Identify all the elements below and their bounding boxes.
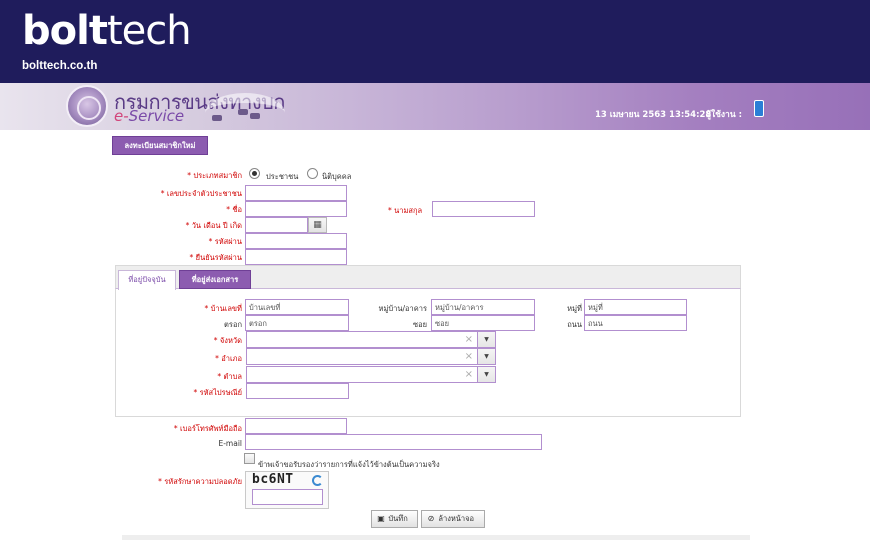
national-id-label: * เลขประจำตัวประชาชน (160, 189, 242, 198)
district-label: * อำเภอ (215, 354, 242, 363)
first-name-label: * ชื่อ (226, 205, 242, 214)
subdistrict-select[interactable]: × ▼ (246, 366, 496, 383)
confirm-password-input[interactable] (245, 249, 347, 265)
clear-icon[interactable]: × (465, 368, 473, 382)
phone-input[interactable] (245, 418, 347, 434)
eservice-logo: e-Service (114, 107, 185, 125)
village-label: หมู่บ้าน/อาคาร (378, 304, 428, 313)
bolttech-logo: bolttech (22, 8, 192, 54)
road-label: ถนน (567, 320, 582, 329)
subdistrict-label: * ตำบล (217, 372, 242, 381)
chevron-down-icon[interactable]: ▼ (477, 367, 495, 382)
car-icon (212, 115, 222, 121)
first-name-input[interactable] (245, 201, 347, 217)
captcha-input[interactable] (252, 489, 323, 505)
chevron-down-icon[interactable]: ▼ (477, 332, 495, 347)
register-new-member-button[interactable]: ลงทะเบียนสมาชิกใหม่ (112, 136, 208, 155)
consent-label: ข้าพเจ้าขอรับรองว่ารายการที่แจ้งไว้ข้างต… (258, 460, 440, 469)
radio-citizen[interactable] (249, 168, 260, 179)
tab-current-address[interactable]: ที่อยู่ปัจจุบัน (118, 270, 176, 290)
member-type-label: * ประเภทสมาชิก (187, 171, 242, 180)
confirm-password-label: * ยืนยันรหัสผ่าน (189, 253, 242, 262)
bolttech-url: bolttech.co.th (22, 60, 98, 72)
email-input[interactable] (245, 434, 542, 450)
last-name-label: * นามสกุล (388, 206, 423, 215)
current-datetime: 13 เมษายน 2563 13:54:28 (595, 110, 712, 120)
postcode-input[interactable] (246, 383, 349, 399)
birth-date-label: * วัน เดือน ปี เกิด (185, 221, 242, 230)
trok-label: ตรอก (224, 320, 242, 329)
mobile-phone-icon[interactable] (754, 100, 764, 117)
save-icon: ▣ (377, 514, 385, 523)
last-name-input[interactable] (432, 201, 535, 217)
house-no-input[interactable]: บ้านเลขที่ (245, 299, 349, 315)
clear-button[interactable]: ⊘ ล้างหน้าจอ (421, 510, 485, 528)
footer-strip (122, 535, 750, 540)
password-label: * รหัสผ่าน (208, 237, 242, 246)
province-label: * จังหวัด (213, 336, 242, 345)
postcode-label: * รหัสไปรษณีย์ (193, 388, 242, 397)
captcha-image: bc6NT (252, 472, 294, 487)
province-select[interactable]: × ▼ (246, 331, 496, 348)
clear-form-icon: ⊘ (427, 514, 435, 523)
calendar-icon[interactable]: ▦ (308, 217, 327, 233)
bolttech-header: bolttech bolttech.co.th (0, 0, 870, 83)
birth-date-input[interactable] (245, 217, 308, 233)
soi-input[interactable]: ซอย (431, 315, 535, 331)
refresh-icon[interactable] (312, 475, 323, 486)
moo-input[interactable]: หมู่ที่ (584, 299, 687, 315)
trok-input[interactable]: ตรอก (245, 315, 349, 331)
house-no-label: * บ้านเลขที่ (204, 304, 242, 313)
dlt-seal-logo (66, 85, 108, 127)
tab-mailing-address[interactable]: ที่อยู่ส่งเอกสาร (179, 270, 251, 289)
soi-label: ซอย (413, 320, 427, 329)
radio-juristic[interactable] (307, 168, 318, 179)
national-id-input[interactable] (245, 185, 347, 201)
user-label: ผู้ใช้งาน : (706, 110, 742, 120)
radio-juristic-label: นิติบุคคล (322, 172, 352, 181)
clear-icon[interactable]: × (465, 350, 473, 364)
phone-label: * เบอร์โทรศัพท์มือถือ (173, 424, 242, 433)
email-label: E-mail (218, 439, 242, 448)
captcha-label: * รหัสรักษาความปลอดภัย (158, 477, 242, 486)
car-icon (250, 113, 260, 119)
chevron-down-icon[interactable]: ▼ (477, 349, 495, 364)
moo-label: หมู่ที่ (567, 304, 582, 313)
clear-icon[interactable]: × (465, 333, 473, 347)
road-input[interactable]: ถนน (584, 315, 687, 331)
save-button[interactable]: ▣ บันทึก (371, 510, 418, 528)
car-icon (238, 109, 248, 115)
consent-checkbox[interactable] (244, 453, 255, 464)
dlt-banner: กรมการขนส่งทางบก e-Service 13 เมษายน 256… (0, 83, 870, 130)
district-select[interactable]: × ▼ (246, 348, 496, 365)
radio-citizen-label: ประชาชน (266, 172, 299, 181)
village-input[interactable]: หมู่บ้าน/อาคาร (431, 299, 535, 315)
password-input[interactable] (245, 233, 347, 249)
